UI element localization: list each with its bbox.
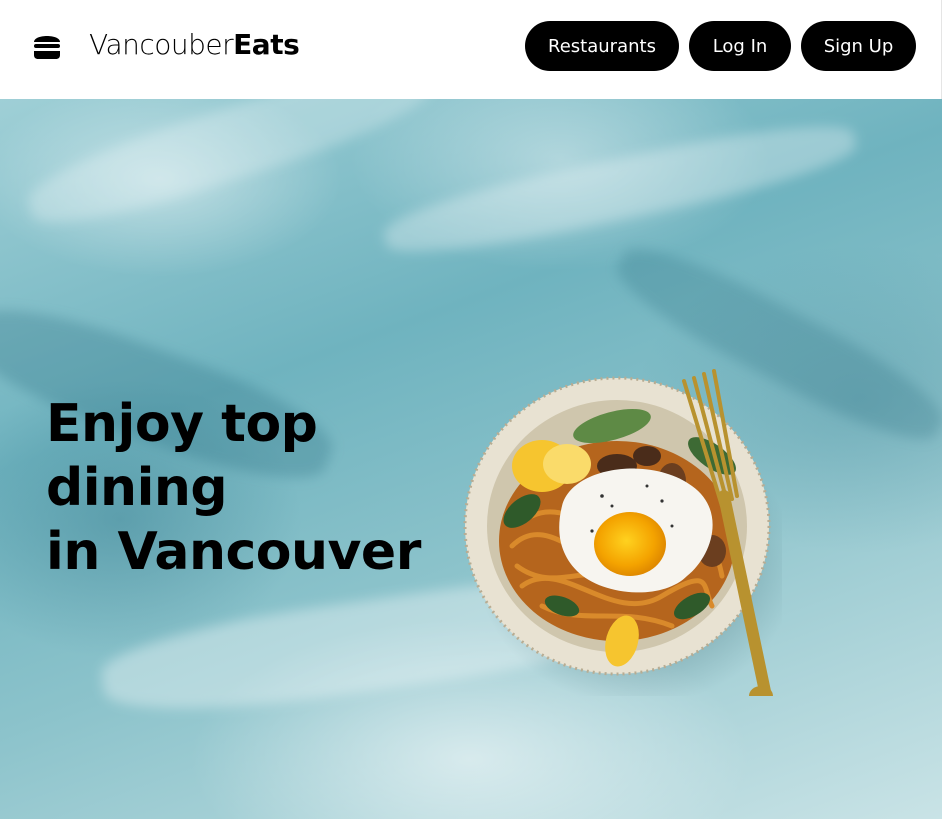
hero-headline: Enjoy top dining in Vancouver [46,392,506,584]
navbar: VancouberEats Restaurants Log In Sign Up [0,0,942,99]
burger-icon[interactable] [31,31,63,61]
background-brush-stroke [379,109,861,269]
login-button[interactable]: Log In [689,21,791,71]
restaurants-button[interactable]: Restaurants [525,21,679,71]
brand-suffix: Eats [233,28,300,61]
hero-section: Enjoy top dining in Vancouver [0,99,942,819]
brand-logo-text[interactable]: VancouberEats [89,28,300,61]
signup-button[interactable]: Sign Up [801,21,916,71]
background-brush-stroke [19,99,441,243]
brand-prefix: Vancouber [89,28,234,61]
food-bowl-image [463,369,782,696]
headline-line-2: in Vancouver [46,522,421,582]
headline-line-1: Enjoy top dining [46,394,318,518]
